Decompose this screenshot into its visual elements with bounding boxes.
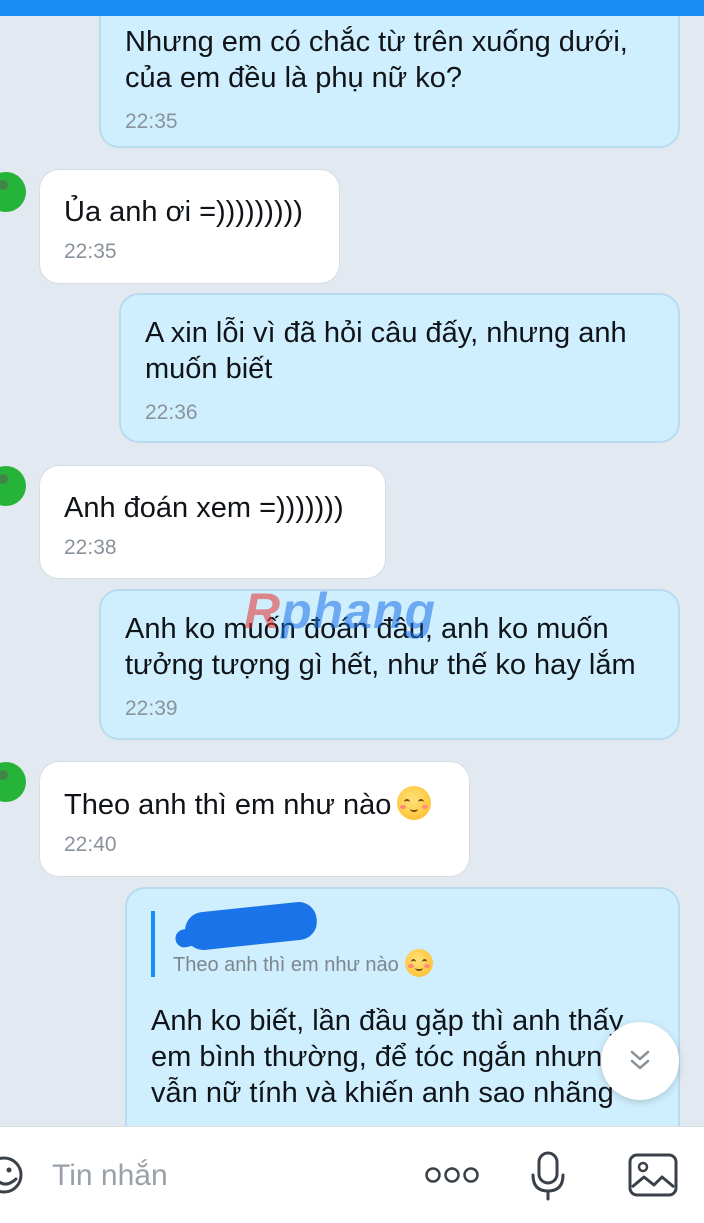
contact-avatar[interactable] [0, 762, 26, 802]
message-time: 22:35 [125, 110, 178, 133]
composer-bar [0, 1126, 704, 1223]
contact-avatar[interactable] [0, 466, 26, 506]
scroll-down-icon [630, 1050, 650, 1070]
message-text: A xin lỗi vì đã hỏi câu đấy, nhưng anh m… [145, 317, 635, 385]
contact-avatar[interactable] [0, 172, 26, 212]
message-time: 22:39 [125, 697, 178, 720]
mic-icon[interactable] [530, 1151, 566, 1201]
message-text: Theo anh thì em như nào [64, 789, 392, 821]
message-time: 22:40 [64, 833, 117, 856]
message-input[interactable] [50, 1153, 394, 1199]
quoted-text-row: Theo anh thì em như nào [173, 949, 654, 977]
message-outgoing-reply[interactable]: Theo anh thì em như nào Anh ko biết, lần… [125, 887, 680, 1126]
message-text: Anh đoán xem =))))))) [64, 492, 344, 524]
blushing-smile-emoji-icon [397, 786, 432, 820]
message-incoming[interactable]: Ủa anh ơi =))))))))) 22:35 [39, 169, 340, 284]
message-time: 22:35 [64, 240, 117, 263]
message-incoming[interactable]: Anh đoán xem =))))))) 22:38 [39, 465, 386, 579]
message-text: Anh ko muốn đoán đâu, anh ko muốn tưởng … [125, 613, 636, 681]
blushing-smile-emoji-icon [404, 949, 433, 977]
message-text-row: Theo anh thì em như nào [64, 786, 445, 823]
sticker-icon[interactable] [0, 1153, 26, 1197]
message-time: 22:36 [145, 401, 198, 424]
message-outgoing[interactable]: A xin lỗi vì đã hỏi câu đấy, nhưng anh m… [119, 293, 680, 443]
message-text: Nhưng em có chắc từ trên xuống dưới, của… [125, 26, 636, 94]
image-icon[interactable] [628, 1153, 678, 1197]
message-time: 22:38 [64, 536, 117, 559]
quoted-text: Theo anh thì em như nào [173, 954, 399, 976]
message-incoming[interactable]: Theo anh thì em như nào 22:40 [39, 761, 470, 877]
message-outgoing[interactable]: Anh ko muốn đoán đâu, anh ko muốn tưởng … [99, 589, 680, 740]
quoted-sender-redacted [173, 900, 654, 952]
chat-area: Nhưng em có chắc từ trên xuống dưới, của… [0, 0, 704, 1126]
scroll-down-button[interactable] [601, 1022, 679, 1100]
more-icon[interactable] [424, 1165, 480, 1185]
message-outgoing[interactable]: Nhưng em có chắc từ trên xuống dưới, của… [99, 0, 680, 148]
message-text: Anh ko biết, lần đầu gặp thì anh thấy em… [151, 1005, 624, 1109]
top-accent-bar [0, 0, 704, 16]
message-text: Ủa anh ơi =))))))))) [64, 196, 303, 228]
reply-quote[interactable]: Theo anh thì em như nào [151, 900, 654, 977]
